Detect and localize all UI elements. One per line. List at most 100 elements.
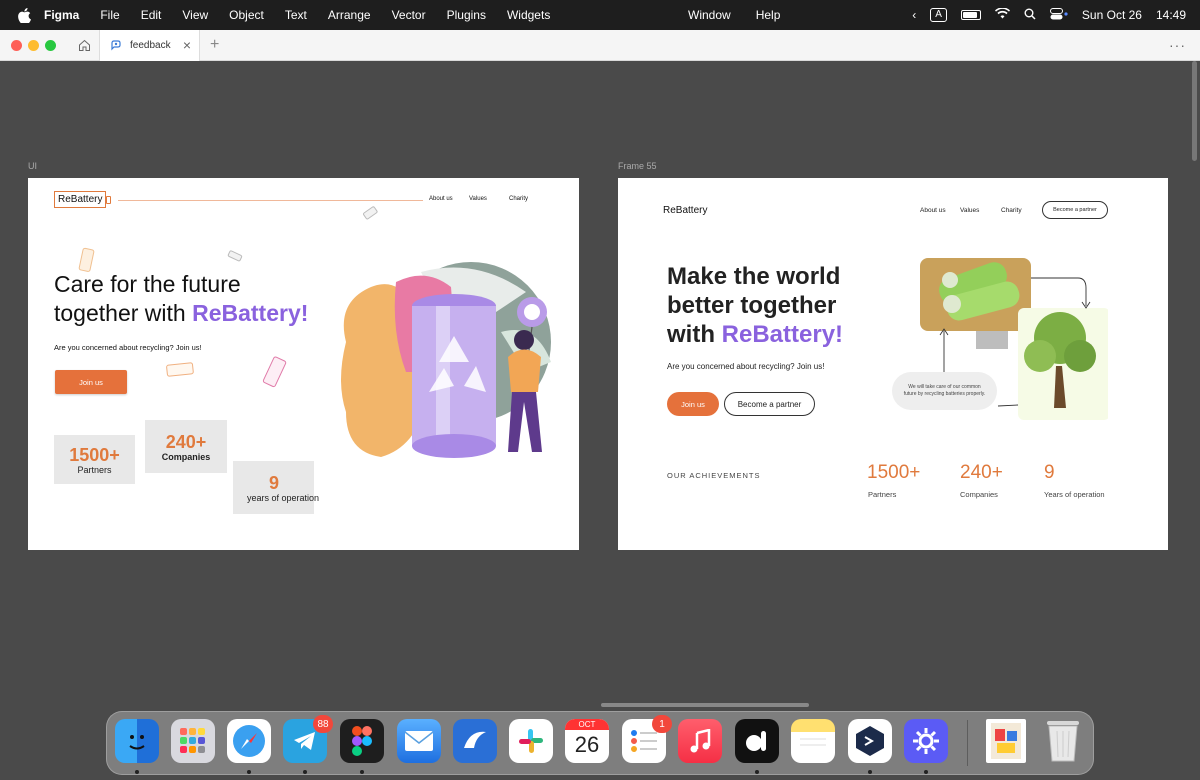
wifi-icon[interactable] bbox=[994, 7, 1010, 22]
stat-label: Companies bbox=[161, 451, 211, 462]
hero-subtitle: Are you concerned about recycling? Join … bbox=[54, 343, 202, 352]
notes-icon[interactable] bbox=[791, 719, 835, 763]
stat-label-partners: Partners bbox=[868, 490, 897, 499]
frame-label-ui[interactable]: UI bbox=[28, 161, 37, 171]
slack-icon[interactable] bbox=[509, 719, 553, 763]
reminders-badge: 1 bbox=[652, 715, 672, 733]
nav-charity[interactable]: Charity bbox=[509, 196, 528, 202]
safari-icon[interactable] bbox=[227, 719, 271, 763]
nav-values[interactable]: Values bbox=[469, 196, 487, 202]
settings-icon[interactable] bbox=[904, 719, 948, 763]
header-divider bbox=[118, 200, 423, 201]
nav-about-us[interactable]: About us bbox=[429, 196, 453, 202]
menu-plugins[interactable]: Plugins bbox=[447, 8, 486, 22]
logo: ReBattery bbox=[663, 205, 708, 216]
running-indicator bbox=[135, 770, 139, 774]
frame-55[interactable]: ReBattery About us Values Charity Become… bbox=[618, 178, 1168, 550]
running-indicator bbox=[303, 770, 307, 774]
tab-title: feedback bbox=[130, 39, 171, 51]
hero-heading-accent: ReBattery! bbox=[721, 321, 844, 348]
telegram-badge: 88 bbox=[313, 715, 333, 733]
calendar-day: 26 bbox=[574, 732, 600, 757]
reminders-icon[interactable]: 1 bbox=[622, 715, 672, 763]
battery-doodle-icon bbox=[363, 206, 378, 220]
running-indicator bbox=[924, 770, 928, 774]
dock: 88 OCT 26 1 bbox=[106, 711, 1094, 775]
zoom-window-button[interactable] bbox=[45, 39, 56, 51]
stat-label: Partners bbox=[77, 464, 112, 475]
trash-icon[interactable] bbox=[1041, 719, 1085, 763]
vertical-scrollbar[interactable] bbox=[1192, 61, 1197, 161]
recycling-illustration bbox=[341, 262, 551, 458]
menu-edit[interactable]: Edit bbox=[141, 8, 162, 22]
stat-companies: 240+ Companies bbox=[145, 420, 227, 473]
info-bubble: We will take care of our common future b… bbox=[892, 372, 997, 410]
menu-text[interactable]: Text bbox=[285, 8, 307, 22]
control-center-icon[interactable] bbox=[1049, 7, 1068, 23]
launchpad-icon[interactable] bbox=[171, 719, 215, 763]
figma-tab-bar: feedback × + ··· bbox=[0, 29, 1200, 61]
search-icon[interactable] bbox=[1024, 8, 1036, 23]
menubar-date[interactable]: Sun Oct 26 bbox=[1082, 8, 1142, 22]
home-icon[interactable] bbox=[70, 30, 100, 60]
become-partner-button[interactable]: Become a partner bbox=[724, 392, 815, 416]
music-icon[interactable] bbox=[678, 719, 722, 763]
hero-subtitle: Are you concerned about recycling? Join … bbox=[667, 362, 825, 371]
feedback-icon[interactable] bbox=[453, 719, 497, 763]
input-source-icon[interactable]: A bbox=[930, 8, 947, 22]
telegram-icon[interactable]: 88 bbox=[283, 715, 333, 763]
hero-heading-line2: together with bbox=[54, 300, 193, 326]
menu-app-name[interactable]: Figma bbox=[44, 8, 79, 22]
battery-doodle-icon bbox=[78, 247, 95, 272]
more-options-icon[interactable]: ··· bbox=[1169, 37, 1186, 53]
menu-window[interactable]: Window bbox=[688, 8, 731, 22]
stat-value-years: 9 bbox=[1044, 462, 1055, 483]
menu-widgets[interactable]: Widgets bbox=[507, 8, 550, 22]
menubar-time[interactable]: 14:49 bbox=[1156, 8, 1186, 22]
battery-icon[interactable] bbox=[960, 10, 981, 20]
figma-icon[interactable] bbox=[340, 719, 384, 763]
stat-value-companies: 240+ bbox=[960, 462, 1003, 483]
hero-heading-line1: Make the world bbox=[667, 263, 841, 290]
achievements-label: OUR ACHIEVEMENTS bbox=[667, 471, 761, 480]
chevron-left-icon[interactable]: ‹ bbox=[912, 8, 916, 22]
menu-view[interactable]: View bbox=[182, 8, 208, 22]
hero-heading-line3: with bbox=[667, 321, 722, 348]
frame-ui[interactable]: ReBattery About us Values Charity Care f… bbox=[28, 178, 579, 550]
menu-help[interactable]: Help bbox=[756, 8, 781, 22]
apple-icon[interactable] bbox=[16, 7, 32, 23]
nav-charity[interactable]: Charity bbox=[1001, 207, 1022, 214]
logo: ReBattery bbox=[54, 191, 107, 208]
finder-icon[interactable] bbox=[115, 719, 159, 763]
figma-canvas[interactable]: UI ReBattery About us Values Charity Car… bbox=[0, 61, 1200, 711]
stat-years: 9 years of operation bbox=[233, 461, 319, 514]
calendar-icon[interactable]: OCT 26 bbox=[565, 719, 609, 763]
nav-values[interactable]: Values bbox=[960, 207, 979, 214]
minimize-window-button[interactable] bbox=[28, 39, 39, 51]
menu-vector[interactable]: Vector bbox=[392, 8, 426, 22]
mail-icon[interactable] bbox=[397, 719, 441, 763]
become-partner-nav-button[interactable]: Become a partner bbox=[1042, 201, 1108, 219]
codesign-icon[interactable] bbox=[735, 719, 779, 763]
running-indicator bbox=[868, 770, 872, 774]
join-us-button[interactable]: Join us bbox=[55, 370, 127, 394]
menu-arrange[interactable]: Arrange bbox=[328, 8, 371, 22]
design-file-icon bbox=[110, 39, 122, 51]
menu-file[interactable]: File bbox=[100, 8, 119, 22]
menu-object[interactable]: Object bbox=[229, 8, 264, 22]
tab-feedback[interactable]: feedback × bbox=[100, 29, 200, 61]
running-indicator bbox=[247, 770, 251, 774]
join-us-button[interactable]: Join us bbox=[667, 392, 719, 416]
new-tab-button[interactable]: + bbox=[210, 36, 219, 54]
hero-heading: Care for the future together with ReBatt… bbox=[54, 270, 354, 328]
nav-about-us[interactable]: About us bbox=[920, 207, 946, 214]
frame-label-frame-55[interactable]: Frame 55 bbox=[618, 161, 657, 171]
recent-document-icon[interactable] bbox=[986, 719, 1026, 763]
stat-value-partners: 1500+ bbox=[867, 462, 921, 483]
stat-value: 9 bbox=[269, 472, 280, 493]
close-window-button[interactable] bbox=[11, 39, 22, 51]
stat-value: 1500+ bbox=[69, 444, 120, 465]
horizontal-scrollbar[interactable] bbox=[601, 703, 809, 707]
close-tab-icon[interactable]: × bbox=[183, 38, 191, 52]
vpn-icon[interactable] bbox=[848, 719, 892, 763]
